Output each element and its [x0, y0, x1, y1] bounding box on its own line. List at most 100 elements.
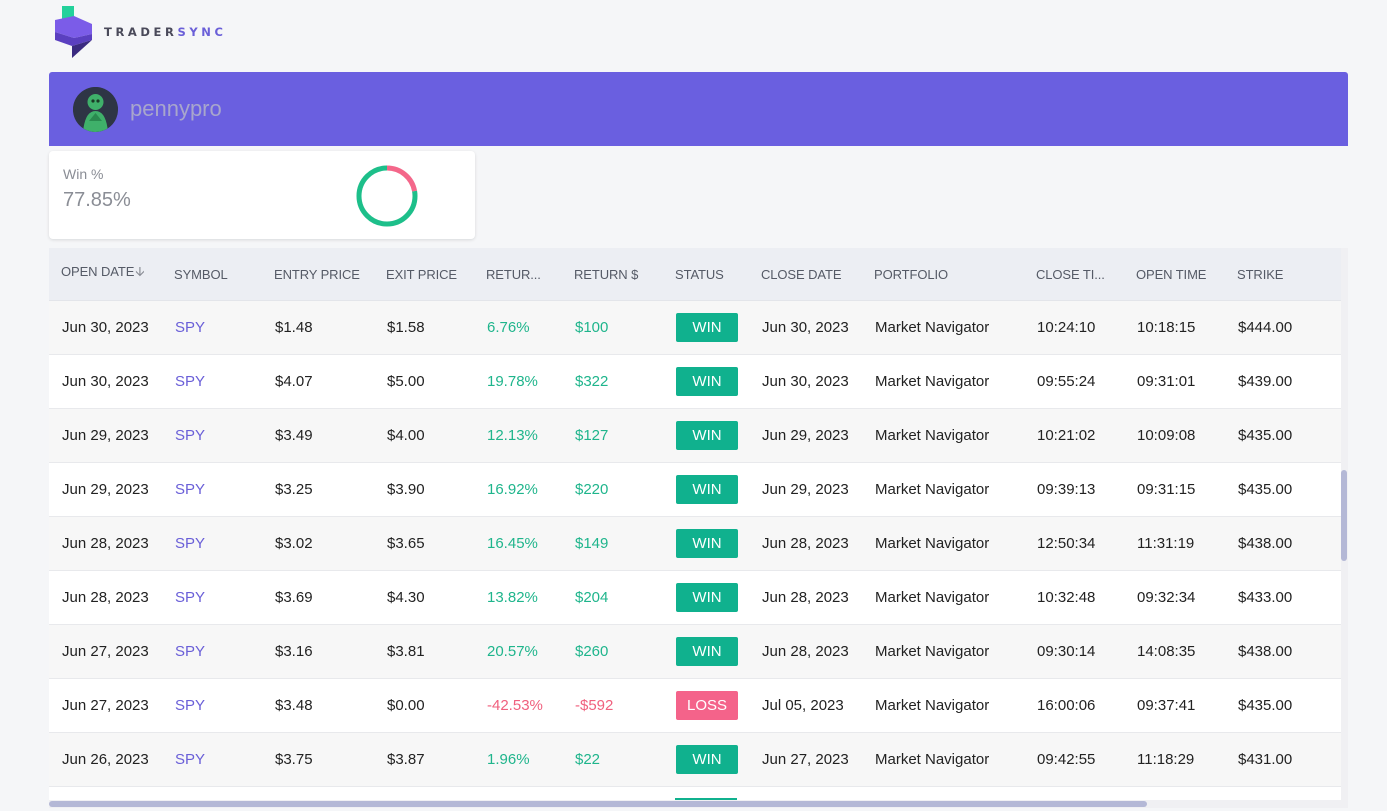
table-row[interactable]: Jun 30, 2023 SPY $1.48 $1.58 6.76% $100 WIN Jun…	[49, 301, 1341, 355]
cell-return-pct: 20.57%	[487, 643, 538, 660]
table-row[interactable]: Jun 29, 2023 SPY $3.49 $4.00 12.13% $127 WIN Ju…	[49, 409, 1341, 463]
horizontal-scrollbar-thumb[interactable]	[49, 801, 1147, 807]
cell-close-date: Jun 28, 2023	[762, 535, 849, 552]
col-exit-price[interactable]: EXIT PRICE	[374, 267, 474, 282]
cell-portfolio: Market Navigator	[875, 535, 990, 552]
cell-strike: $435.00	[1238, 481, 1293, 498]
trades-table: OPEN DATE🡫 SYMBOL ENTRY PRICE EXIT PRICE…	[49, 248, 1341, 802]
cell-close-time: 10:24:10	[1037, 319, 1096, 336]
cell-status: WIN	[663, 529, 749, 558]
cell-strike: $433.00	[1238, 589, 1293, 606]
avatar[interactable]	[73, 86, 118, 132]
table-row[interactable]: Jun 27, 2023 SPY $3.16 $3.81 20.57% $260 WIN Ju…	[49, 625, 1341, 679]
cell-portfolio: Market Navigator	[875, 751, 990, 768]
tradersync-logo[interactable]: TRADERSYNC	[54, 6, 227, 58]
table-header: OPEN DATE🡫 SYMBOL ENTRY PRICE EXIT PRICE…	[49, 248, 1341, 301]
cell-open-date: Jun 28, 2023	[62, 589, 149, 606]
cell-exit-price: $4.30	[387, 589, 425, 606]
cell-portfolio: Market Navigator	[875, 643, 990, 660]
vertical-scrollbar-thumb[interactable]	[1341, 470, 1347, 561]
table-row[interactable]: Jun 28, 2023 SPY $3.69 $4.30 13.82% $204 WIN Ju…	[49, 571, 1341, 625]
col-return-pct[interactable]: RETUR...	[474, 267, 562, 282]
cell-close-time: 10:32:48	[1037, 589, 1096, 606]
profile-banner: pennypro	[49, 72, 1348, 146]
cell-close-date: Jun 28, 2023	[762, 589, 849, 606]
cell-strike: $438.00	[1238, 643, 1293, 660]
col-status[interactable]: STATUS	[663, 267, 749, 282]
cell-portfolio: Market Navigator	[875, 373, 990, 390]
cell-strike: $438.00	[1238, 535, 1293, 552]
cell-exit-price: $1.58	[387, 319, 425, 336]
table-body: Jun 30, 2023 SPY $1.48 $1.58 6.76% $100 WIN Jun…	[49, 301, 1341, 787]
cell-open-date: Jun 27, 2023	[62, 643, 149, 660]
col-open-date[interactable]: OPEN DATE🡫	[49, 263, 162, 285]
col-symbol[interactable]: SYMBOL	[162, 267, 262, 282]
cell-open-date: Jun 29, 2023	[62, 427, 149, 444]
cell-return-usd: $100	[575, 319, 609, 336]
cell-symbol[interactable]: SPY	[162, 427, 262, 444]
status-badge: WIN	[676, 637, 738, 666]
cell-strike: $439.00	[1238, 373, 1293, 390]
cell-symbol[interactable]: SPY	[162, 373, 262, 390]
cell-symbol[interactable]: SPY	[162, 535, 262, 552]
col-close-time[interactable]: CLOSE TI...	[1024, 267, 1124, 282]
cell-portfolio: Market Navigator	[875, 427, 990, 444]
cell-close-time: 09:42:55	[1037, 751, 1096, 768]
cell-portfolio: Market Navigator	[875, 697, 990, 714]
cell-open-time: 10:18:15	[1137, 319, 1196, 336]
cell-symbol[interactable]: SPY	[162, 697, 262, 714]
cell-symbol[interactable]: SPY	[162, 589, 262, 606]
table-row[interactable]: Jun 26, 2023 SPY $3.75 $3.87 1.96% $22 WIN Jun …	[49, 733, 1341, 787]
cell-strike: $444.00	[1238, 319, 1293, 336]
cell-return-pct: 12.13%	[487, 427, 538, 444]
status-badge: WIN	[676, 583, 738, 612]
cell-entry-price: $3.75	[275, 751, 313, 768]
cell-return-pct: 6.76%	[487, 319, 530, 336]
cell-return-usd: $127	[575, 427, 609, 444]
col-open-time[interactable]: OPEN TIME	[1124, 267, 1225, 282]
cell-symbol[interactable]: SPY	[162, 319, 262, 336]
cell-status: WIN	[663, 421, 749, 450]
col-portfolio[interactable]: PORTFOLIO	[862, 267, 1024, 282]
cell-status: WIN	[663, 313, 749, 342]
cell-close-time: 09:39:13	[1037, 481, 1096, 498]
cell-close-date: Jun 27, 2023	[762, 751, 849, 768]
cell-symbol[interactable]: SPY	[162, 481, 262, 498]
col-strike[interactable]: STRIKE	[1225, 267, 1341, 282]
arrow-down-icon[interactable]: 🡫	[135, 264, 144, 279]
table-row[interactable]: Jun 29, 2023 SPY $3.25 $3.90 16.92% $220 WIN Ju…	[49, 463, 1341, 517]
cell-open-date: Jun 27, 2023	[62, 697, 149, 714]
cell-entry-price: $3.02	[275, 535, 313, 552]
username: pennypro	[130, 96, 222, 121]
col-return-usd[interactable]: RETURN $	[562, 267, 663, 282]
status-badge: WIN	[676, 475, 738, 504]
col-entry-price[interactable]: ENTRY PRICE	[262, 267, 374, 282]
cell-exit-price: $3.87	[387, 751, 425, 768]
status-badge: WIN	[676, 745, 738, 774]
cell-exit-price: $5.00	[387, 373, 425, 390]
cell-entry-price: $3.16	[275, 643, 313, 660]
cell-entry-price: $3.25	[275, 481, 313, 498]
cell-return-pct: 13.82%	[487, 589, 538, 606]
cell-return-usd: $149	[575, 535, 609, 552]
win-loss-donut-chart	[356, 165, 418, 227]
cell-portfolio: Market Navigator	[875, 319, 990, 336]
col-close-date[interactable]: CLOSE DATE	[749, 267, 862, 282]
cell-symbol[interactable]: SPY	[162, 643, 262, 660]
cell-open-date: Jun 30, 2023	[62, 373, 149, 390]
table-row[interactable]: Jun 28, 2023 SPY $3.02 $3.65 16.45% $149 WIN Ju…	[49, 517, 1341, 571]
cell-open-date: Jun 26, 2023	[62, 751, 149, 768]
cell-entry-price: $3.69	[275, 589, 313, 606]
cell-symbol[interactable]: SPY	[162, 751, 262, 768]
cell-exit-price: $3.90	[387, 481, 425, 498]
cell-portfolio: Market Navigator	[875, 481, 990, 498]
cell-open-time: 14:08:35	[1137, 643, 1196, 660]
cell-open-date: Jun 30, 2023	[62, 319, 149, 336]
cell-close-date: Jun 29, 2023	[762, 481, 849, 498]
status-badge: WIN	[676, 313, 738, 342]
table-row[interactable]: Jun 30, 2023 SPY $4.07 $5.00 19.78% $322 WIN Ju…	[49, 355, 1341, 409]
cell-open-time: 09:37:41	[1137, 697, 1196, 714]
table-row[interactable]: Jun 27, 2023 SPY $3.48 $0.00 -42.53% -$592 LOS…	[49, 679, 1341, 733]
avatar-character-icon	[73, 86, 118, 132]
cell-open-date: Jun 29, 2023	[62, 481, 149, 498]
